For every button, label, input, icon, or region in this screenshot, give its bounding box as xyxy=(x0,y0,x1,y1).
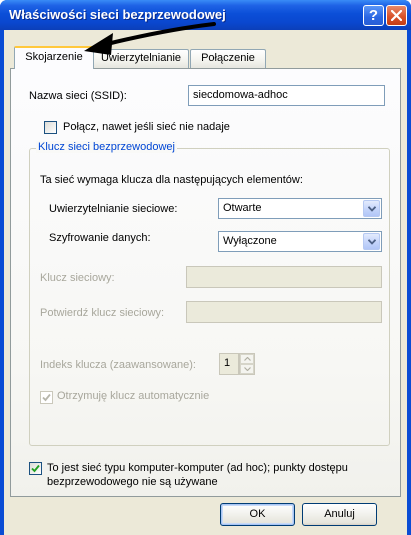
connect-even-if-not-broadcasting-label: Połącz, nawet jeśli sieć nie nadaje xyxy=(63,121,230,133)
tab-association-label: Skojarzenie xyxy=(25,51,83,63)
checkmark-icon xyxy=(31,464,40,473)
tab-connection[interactable]: Połączenie xyxy=(190,49,266,68)
key-required-intro-text: Ta sieć wymaga klucza dla następujących … xyxy=(40,174,303,186)
chevron-down-icon xyxy=(368,206,376,212)
adhoc-network-label-line2: bezprzewodowego nie są używane xyxy=(47,476,218,488)
chevron-down-icon xyxy=(368,239,376,245)
data-encryption-select[interactable]: Wyłączone xyxy=(218,231,382,252)
adhoc-network-checkbox[interactable] xyxy=(29,462,42,475)
data-encryption-value: Wyłączone xyxy=(223,235,277,247)
dialog-window: Właściwości sieci bezprzewodowej ? Skoja… xyxy=(0,0,411,535)
tab-authentication-label: Uwierzytelnianie xyxy=(100,52,182,64)
data-encryption-label: Szyfrowanie danych: xyxy=(49,232,151,244)
close-x-icon xyxy=(391,10,402,21)
question-mark-icon: ? xyxy=(368,7,379,24)
tab-connection-label: Połączenie xyxy=(201,52,255,64)
key-index-down-button[interactable] xyxy=(240,364,254,374)
checkmark-icon xyxy=(42,393,51,402)
dialog-client-area: Skojarzenie Uwierzytelnianie Połączenie … xyxy=(4,30,407,535)
network-authentication-dropdown-button[interactable] xyxy=(363,200,380,217)
network-authentication-value: Otwarte xyxy=(223,202,262,214)
data-encryption-dropdown-button[interactable] xyxy=(363,233,380,250)
close-button[interactable] xyxy=(386,5,407,26)
auto-key-checkbox[interactable] xyxy=(40,391,53,404)
ok-button[interactable]: OK xyxy=(220,503,295,526)
key-index-spinner[interactable] xyxy=(239,353,255,375)
chevron-up-icon xyxy=(244,357,251,361)
key-index-input[interactable]: 1 xyxy=(219,353,239,375)
key-index-up-button[interactable] xyxy=(240,354,254,364)
network-authentication-label: Uwierzytelnianie sieciowe: xyxy=(49,203,178,215)
ssid-input[interactable]: siecdomowa-adhoc xyxy=(188,85,385,106)
cancel-button[interactable]: Anuluj xyxy=(302,503,377,526)
adhoc-network-label-line1: To jest sieć typu komputer-komputer (ad … xyxy=(47,462,348,474)
association-tab-panel: Nazwa sieci (SSID): siecdomowa-adhoc Poł… xyxy=(10,68,401,497)
tab-authentication[interactable]: Uwierzytelnianie xyxy=(93,49,189,68)
title-bar[interactable]: Właściwości sieci bezprzewodowej ? xyxy=(0,0,411,30)
ssid-label: Nazwa sieci (SSID): xyxy=(29,90,127,102)
network-authentication-select[interactable]: Otwarte xyxy=(218,198,382,219)
network-key-label: Klucz sieciowy: xyxy=(40,272,115,284)
window-title: Właściwości sieci bezprzewodowej xyxy=(9,7,226,22)
confirm-network-key-input[interactable] xyxy=(186,301,382,323)
connect-even-if-not-broadcasting-checkbox[interactable] xyxy=(44,121,57,134)
auto-key-label: Otrzymuję klucz automatycznie xyxy=(57,390,210,402)
tab-association[interactable]: Skojarzenie xyxy=(14,46,94,69)
wireless-key-group-title: Klucz sieci bezprzewodowej xyxy=(36,141,177,153)
chevron-down-icon xyxy=(244,367,251,371)
network-key-input[interactable] xyxy=(186,266,382,288)
help-button[interactable]: ? xyxy=(363,5,384,26)
key-index-label: Indeks klucza (zaawansowane): xyxy=(40,359,196,371)
confirm-network-key-label: Potwierdź klucz sieciowy: xyxy=(40,307,165,319)
